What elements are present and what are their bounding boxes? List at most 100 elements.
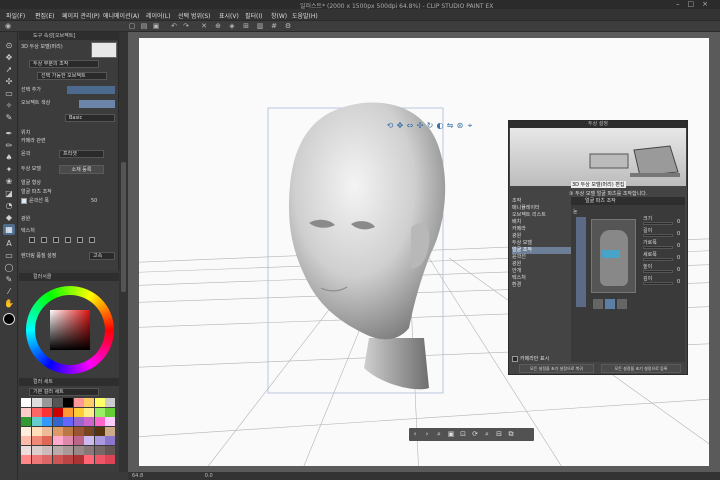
color-swatch[interactable] [21, 436, 31, 445]
slider-track[interactable] [643, 282, 673, 285]
color-swatch[interactable] [31, 455, 42, 464]
menu-page[interactable]: 페이지 관리(P) [62, 11, 100, 20]
zoom-tool-icon[interactable]: ⊙ [3, 40, 15, 51]
saturation-value-square[interactable] [50, 310, 90, 350]
color-swatch[interactable] [105, 398, 115, 407]
color-swatch[interactable] [21, 455, 31, 464]
menu-help[interactable]: 도움말(H) [292, 11, 318, 20]
camera-pan-icon[interactable]: ✥ [395, 121, 405, 130]
texture-section[interactable]: 텍스처 [21, 226, 117, 236]
selection-tool-icon[interactable]: ▭ [3, 88, 15, 99]
color-swatch[interactable] [52, 417, 63, 426]
color-swatch[interactable] [42, 407, 52, 417]
color-swatch[interactable] [73, 407, 84, 417]
slider-value[interactable]: 0 [677, 219, 680, 225]
color-swatch[interactable] [105, 436, 115, 445]
texture-dropdown[interactable]: 고속 [89, 252, 115, 260]
color-swatch[interactable] [84, 407, 94, 417]
clear-icon[interactable]: ✕ [200, 22, 208, 30]
face-parts-tabs[interactable] [593, 299, 633, 309]
move-tool-icon[interactable]: ✥ [3, 52, 15, 63]
load-button[interactable]: 소재 등록 [59, 165, 104, 174]
slider-track[interactable] [643, 222, 673, 225]
dialog-nav-item[interactable]: 카메라 [512, 226, 572, 233]
color-swatch[interactable] [21, 407, 31, 417]
dialog-nav-item[interactable]: 광원 [512, 261, 572, 268]
object-flip-icon[interactable]: ⇋ [445, 121, 455, 130]
color-swatch[interactable] [42, 398, 52, 407]
layer-dropdown[interactable]: Basic [65, 114, 115, 122]
blend-icon[interactable]: ◔ [3, 200, 15, 211]
menu-view[interactable]: 표시(V) [219, 11, 239, 20]
ruler-tool-icon[interactable]: ⁄ [3, 286, 15, 297]
open-icon[interactable]: ▤ [140, 22, 148, 30]
transform-icon[interactable]: ⊕ [214, 22, 222, 30]
camera-move-icon[interactable]: ⇔ [405, 121, 415, 130]
slider-value[interactable]: 0 [677, 231, 680, 237]
dialog-nav-item[interactable]: 얼굴 조작 [512, 247, 572, 254]
color-swatch[interactable] [94, 455, 105, 464]
status-angle[interactable]: 0.0 [205, 473, 213, 479]
decoration-icon[interactable]: ❀ [3, 176, 15, 187]
color-swatch[interactable] [63, 455, 73, 464]
color-swatch[interactable] [63, 436, 73, 445]
dialog-nav-item[interactable]: 두상 모델 [512, 240, 572, 247]
color-swatch[interactable] [63, 445, 73, 455]
window-controls[interactable]: –□× [676, 0, 716, 8]
color-swatch[interactable] [21, 445, 31, 455]
move-layer-tool-icon[interactable]: ✣ [3, 76, 15, 87]
object-scale-icon[interactable]: ◐ [435, 121, 445, 130]
fill-icon[interactable]: ◈ [228, 22, 236, 30]
color-swatch[interactable] [94, 436, 105, 445]
slider-track[interactable] [643, 270, 673, 273]
dialog-nav-item[interactable]: 텍스처 [512, 275, 572, 282]
color-swatch[interactable] [73, 417, 84, 426]
color-swatch[interactable] [84, 445, 94, 455]
reset-all-button[interactable]: 모든 설정을 초기 설정으로 복귀 [519, 364, 594, 373]
object-color-swatch[interactable] [79, 100, 115, 108]
main-color-icon[interactable] [3, 313, 15, 325]
slider-track[interactable] [643, 246, 673, 249]
app-icon[interactable]: ◉ [4, 22, 12, 30]
snap-icon[interactable]: ⊞ [242, 22, 250, 30]
menu-edit[interactable]: 편집(E) [35, 11, 55, 20]
color-wheel[interactable] [26, 286, 114, 374]
menu-file[interactable]: 파일(F) [6, 11, 25, 20]
color-swatch[interactable] [105, 455, 115, 464]
lock-icon[interactable]: ⊟ [493, 428, 505, 441]
color-swatch[interactable] [31, 398, 42, 407]
slider-value[interactable]: 0 [677, 267, 680, 273]
reset-icon[interactable]: ⟳ [469, 428, 481, 441]
slider-value[interactable]: 0 [677, 243, 680, 249]
color-swatch[interactable] [21, 426, 31, 436]
color-swatch[interactable] [52, 436, 63, 445]
head-model[interactable] [289, 102, 446, 340]
contour-row[interactable]: 윤곽선 폭 50 [21, 196, 117, 206]
dialog-nav-item[interactable]: 환경 [512, 282, 572, 289]
dialog-nav-item[interactable]: 오브젝트 리스트 [512, 212, 572, 219]
selectable-dropdown[interactable]: 선택 가능한 오브젝트 [37, 72, 107, 80]
left-panel-scrollbar[interactable] [119, 32, 128, 472]
prev-icon[interactable]: ‹ [409, 428, 421, 441]
balloon-tool-icon[interactable]: ◯ [3, 262, 15, 273]
pencil-tool-icon[interactable]: ✏ [3, 140, 15, 151]
texture-toggles[interactable] [29, 236, 113, 244]
color-swatch[interactable] [105, 426, 115, 436]
color-swatch[interactable] [84, 455, 94, 464]
fit-icon[interactable]: ⊡ [457, 428, 469, 441]
dialog-nav-item[interactable]: 윤곽선 [512, 254, 572, 261]
color-swatch[interactable] [31, 426, 42, 436]
select-add-buttons[interactable] [67, 86, 115, 94]
color-swatch[interactable] [31, 445, 42, 455]
left-scroll-bar[interactable] [576, 217, 586, 307]
eyedropper-icon[interactable]: ✎ [3, 112, 15, 123]
contour-checkbox[interactable] [21, 197, 27, 204]
dialog-nav-item[interactable]: 안개 [512, 268, 572, 275]
dialog-nav-item[interactable]: 광원 [512, 233, 572, 240]
target-dropdown[interactable]: 두상 부분의 조작 [29, 60, 99, 68]
color-swatch[interactable] [63, 398, 73, 407]
correct-line-icon[interactable]: ✎ [3, 274, 15, 285]
color-swatch[interactable] [63, 407, 73, 417]
camera-section[interactable]: 카메라 관련 [21, 136, 117, 146]
menu-filter[interactable]: 필터(I) [245, 11, 263, 20]
